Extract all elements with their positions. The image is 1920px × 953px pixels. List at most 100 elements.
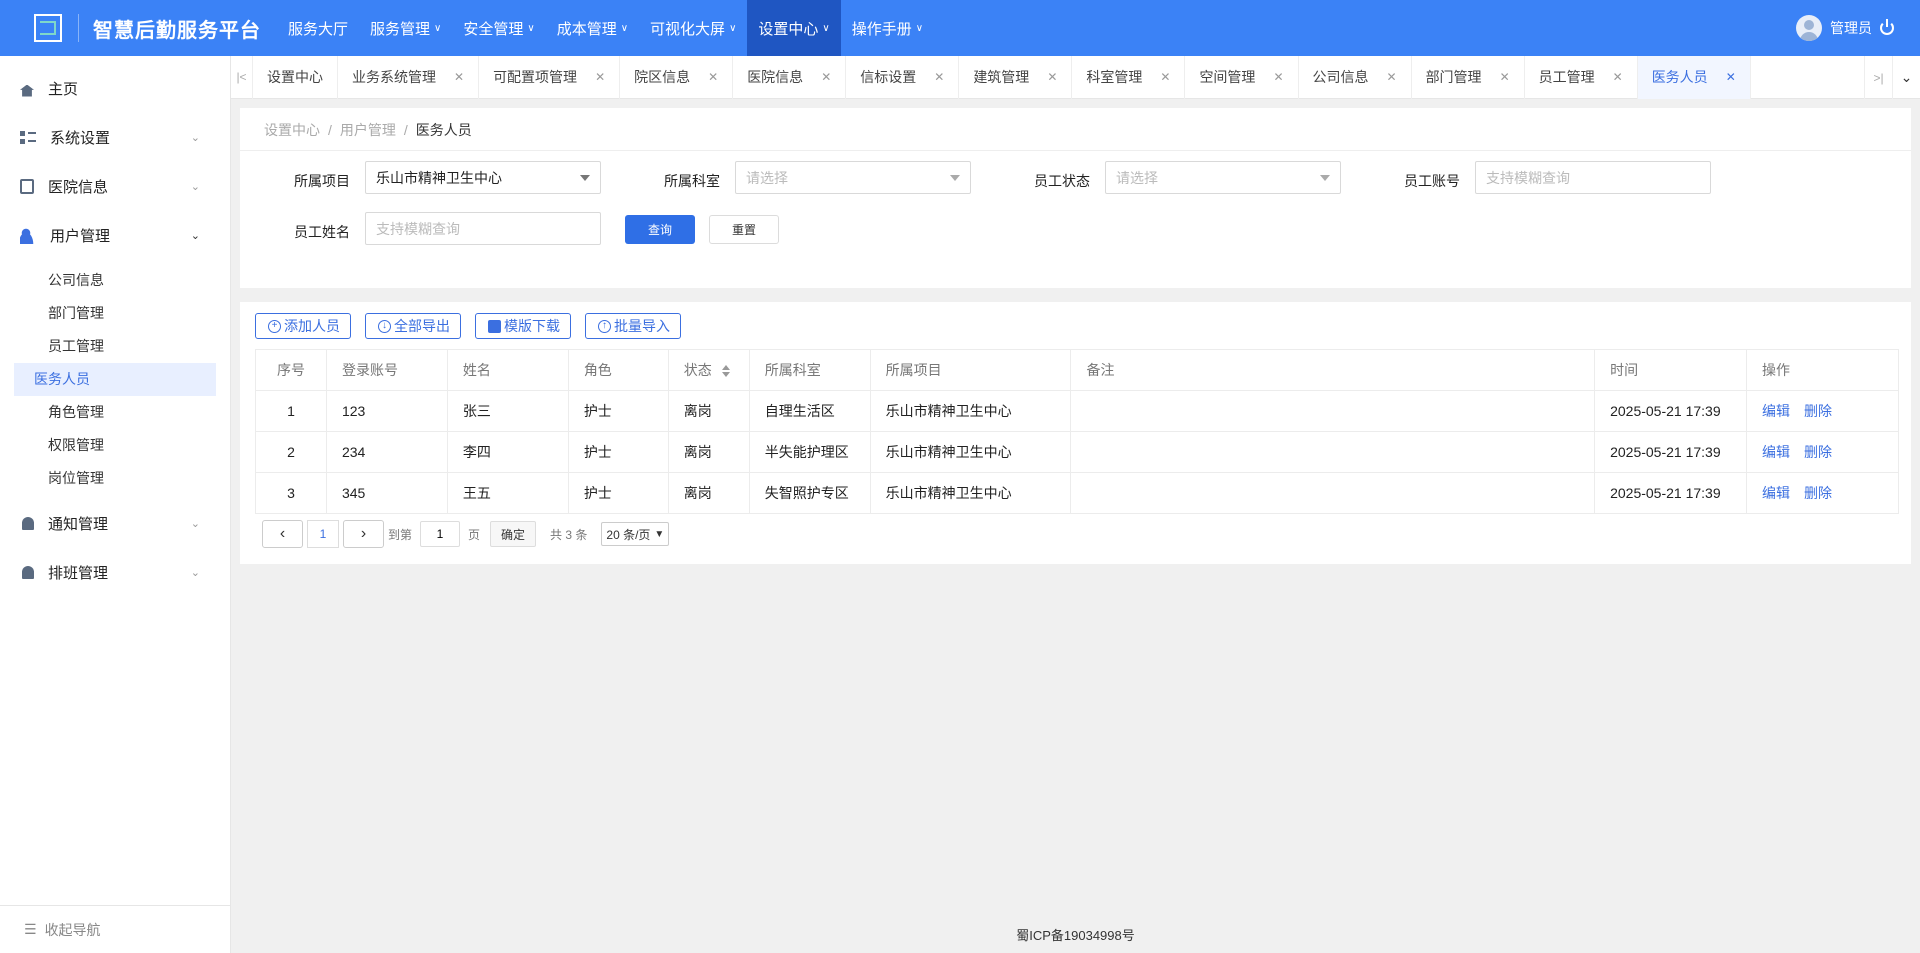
tab[interactable]: 医院信息 ✕ [733, 55, 847, 99]
goto-page-input[interactable] [420, 521, 461, 547]
tab[interactable]: 信标设置 ✕ [846, 55, 960, 99]
close-icon[interactable]: ✕ [1160, 70, 1170, 84]
reset-button[interactable]: 重置 [709, 215, 779, 244]
batch-import-button[interactable]: ↑ 批量导入 [585, 313, 681, 339]
cell-project: 乐山市精神卫生中心 [869, 390, 1072, 432]
edit-link[interactable]: 编辑 [1762, 403, 1790, 419]
status-label: 员工状态 [1034, 173, 1090, 189]
tab-menu-chevron-icon[interactable]: ⌄ [1892, 56, 1920, 99]
tab[interactable]: 设置中心 [253, 55, 338, 99]
breadcrumb-item[interactable]: 用户管理 [340, 122, 396, 138]
top-nav-item[interactable]: 成本管理 ∨ [546, 0, 639, 56]
tab[interactable]: 科室管理 ✕ [1072, 55, 1186, 99]
tab[interactable]: 医务人员 ✕ [1637, 55, 1751, 99]
sidebar-subitem[interactable]: 岗位管理 [14, 462, 216, 495]
page-number[interactable]: 1 [307, 520, 339, 548]
close-icon[interactable]: ✕ [1387, 70, 1397, 84]
tab[interactable]: 可配置项管理 ✕ [479, 55, 621, 99]
sidebar-item-user-management[interactable]: 用户管理 ⌄ [0, 211, 230, 260]
tab-list: 设置中心 业务系统管理 ✕ 可配置项管理 ✕ 院区信息 ✕ 医院信息 ✕ 信标设置 ✕ 建筑管理 ✕ 科室… [253, 55, 1751, 99]
sidebar-subitem[interactable]: 员工管理 [14, 330, 216, 363]
sidebar-item-label: 医院信息 [48, 179, 109, 196]
dept-select[interactable]: 请选择 [735, 161, 971, 194]
tab-scroll-left-icon[interactable]: |< [231, 55, 253, 99]
tab[interactable]: 部门管理 ✕ [1412, 55, 1525, 99]
sidebar-subitem[interactable]: 权限管理 [14, 429, 216, 462]
next-page-button[interactable]: › [343, 520, 384, 548]
sidebar-item-notification[interactable]: 通知管理 ⌄ [0, 499, 230, 548]
sidebar-subitem[interactable]: 部门管理 [14, 297, 216, 330]
top-nav-label: 安全管理 [463, 20, 524, 38]
sidebar-item-home[interactable]: 主页 [0, 64, 230, 113]
top-nav-item[interactable]: 服务大厅 [277, 0, 359, 56]
account-input[interactable]: 支持模糊查询 [1475, 161, 1711, 194]
user-icon [20, 227, 36, 244]
edit-link[interactable]: 编辑 [1762, 485, 1790, 501]
user-area[interactable]: 管理员 [1796, 0, 1894, 56]
sidebar-item-schedule[interactable]: 排班管理 ⌄ [0, 548, 230, 597]
close-icon[interactable]: ✕ [1273, 70, 1283, 84]
sort-icon[interactable] [721, 365, 730, 378]
cell-remark [1070, 431, 1596, 473]
edit-link[interactable]: 编辑 [1762, 444, 1790, 460]
close-icon[interactable]: ✕ [708, 70, 718, 84]
tab[interactable]: 空间管理 ✕ [1185, 55, 1299, 99]
close-icon[interactable]: ✕ [595, 70, 605, 84]
breadcrumb-item[interactable]: 设置中心 [264, 122, 320, 138]
close-icon[interactable]: ✕ [1500, 70, 1510, 84]
page-size-select[interactable]: 20 条/页 ▼ [601, 522, 670, 546]
goto-confirm-button[interactable]: 确定 [490, 521, 537, 547]
chevron-down-icon: ⌄ [190, 132, 200, 144]
tab-scroll-right-icon[interactable]: >| [1864, 56, 1892, 99]
prev-page-button[interactable]: ‹ [262, 520, 303, 548]
top-nav-item[interactable]: 服务管理 ∨ [359, 0, 452, 56]
close-icon[interactable]: ✕ [1047, 70, 1057, 84]
delete-link[interactable]: 删除 [1804, 444, 1832, 460]
sidebar-subitem[interactable]: 角色管理 [14, 396, 216, 429]
cloud-upload-icon: ↑ [598, 319, 611, 333]
top-nav-item[interactable]: 操作手册 ∨ [841, 0, 934, 56]
close-icon[interactable]: ✕ [934, 70, 944, 84]
column-header-status[interactable]: 状态 [667, 349, 750, 391]
tab[interactable]: 公司信息 ✕ [1299, 55, 1412, 99]
project-select[interactable]: 乐山市精神卫生中心 [365, 161, 601, 194]
status-select[interactable]: 请选择 [1105, 161, 1341, 194]
sidebar-subitem[interactable]: 公司信息 [14, 264, 216, 297]
close-icon[interactable]: ✕ [1726, 70, 1736, 84]
cell-remark [1070, 472, 1596, 514]
sidebar-item-hospital-info[interactable]: 医院信息 ⌄ [0, 162, 230, 211]
delete-link[interactable]: 删除 [1804, 403, 1832, 419]
user-name[interactable]: 管理员 [1830, 18, 1872, 38]
download-icon: ↓ [378, 319, 391, 333]
top-nav-item[interactable]: 安全管理 ∨ [452, 0, 545, 56]
sidebar-subitem[interactable]: 医务人员 [14, 363, 216, 396]
collapse-nav-button[interactable]: ☰ 收起导航 [0, 905, 230, 953]
cell-name: 李四 [446, 431, 569, 473]
cell-dept: 自理生活区 [748, 390, 871, 432]
top-nav-item[interactable]: 可视化大屏 ∨ [639, 0, 747, 56]
tab[interactable]: 院区信息 ✕ [620, 55, 734, 99]
chevron-down-icon: ⌄ [190, 518, 200, 530]
close-icon[interactable]: ✕ [1613, 70, 1623, 84]
power-icon[interactable] [1880, 19, 1894, 35]
batch-import-label: 批量导入 [614, 318, 670, 334]
avatar[interactable] [1796, 15, 1822, 41]
table-row: 1 123 张三 护士 离岗 自理生活区 乐山市精神卫生中心 2025-05-21 17:39… [255, 390, 1899, 432]
top-nav-item[interactable]: 设置中心 ∨ [747, 0, 841, 56]
name-input[interactable]: 支持模糊查询 [365, 212, 601, 245]
filter-panel: 设置中心 / 用户管理 / 医务人员 所属项目 乐山市精神卫生中心 所属科室 请选择 员… [240, 108, 1911, 288]
cell-account: 234 [325, 431, 448, 473]
tab[interactable]: 业务系统管理 ✕ [338, 55, 480, 99]
close-icon[interactable]: ✕ [821, 70, 831, 84]
export-all-button[interactable]: ↓ 全部导出 [365, 313, 461, 339]
name-placeholder: 支持模糊查询 [376, 220, 460, 237]
delete-link[interactable]: 删除 [1804, 485, 1832, 501]
template-download-button[interactable]: 模版下载 [475, 313, 571, 339]
search-button[interactable]: 查询 [625, 215, 695, 244]
tab[interactable]: 建筑管理 ✕ [959, 55, 1073, 99]
sidebar-item-system-settings[interactable]: 系统设置 ⌄ [0, 113, 230, 162]
tab[interactable]: 员工管理 ✕ [1525, 55, 1638, 99]
add-person-button[interactable]: + 添加人员 [255, 313, 351, 339]
bell-icon [22, 566, 34, 579]
close-icon[interactable]: ✕ [454, 70, 464, 84]
